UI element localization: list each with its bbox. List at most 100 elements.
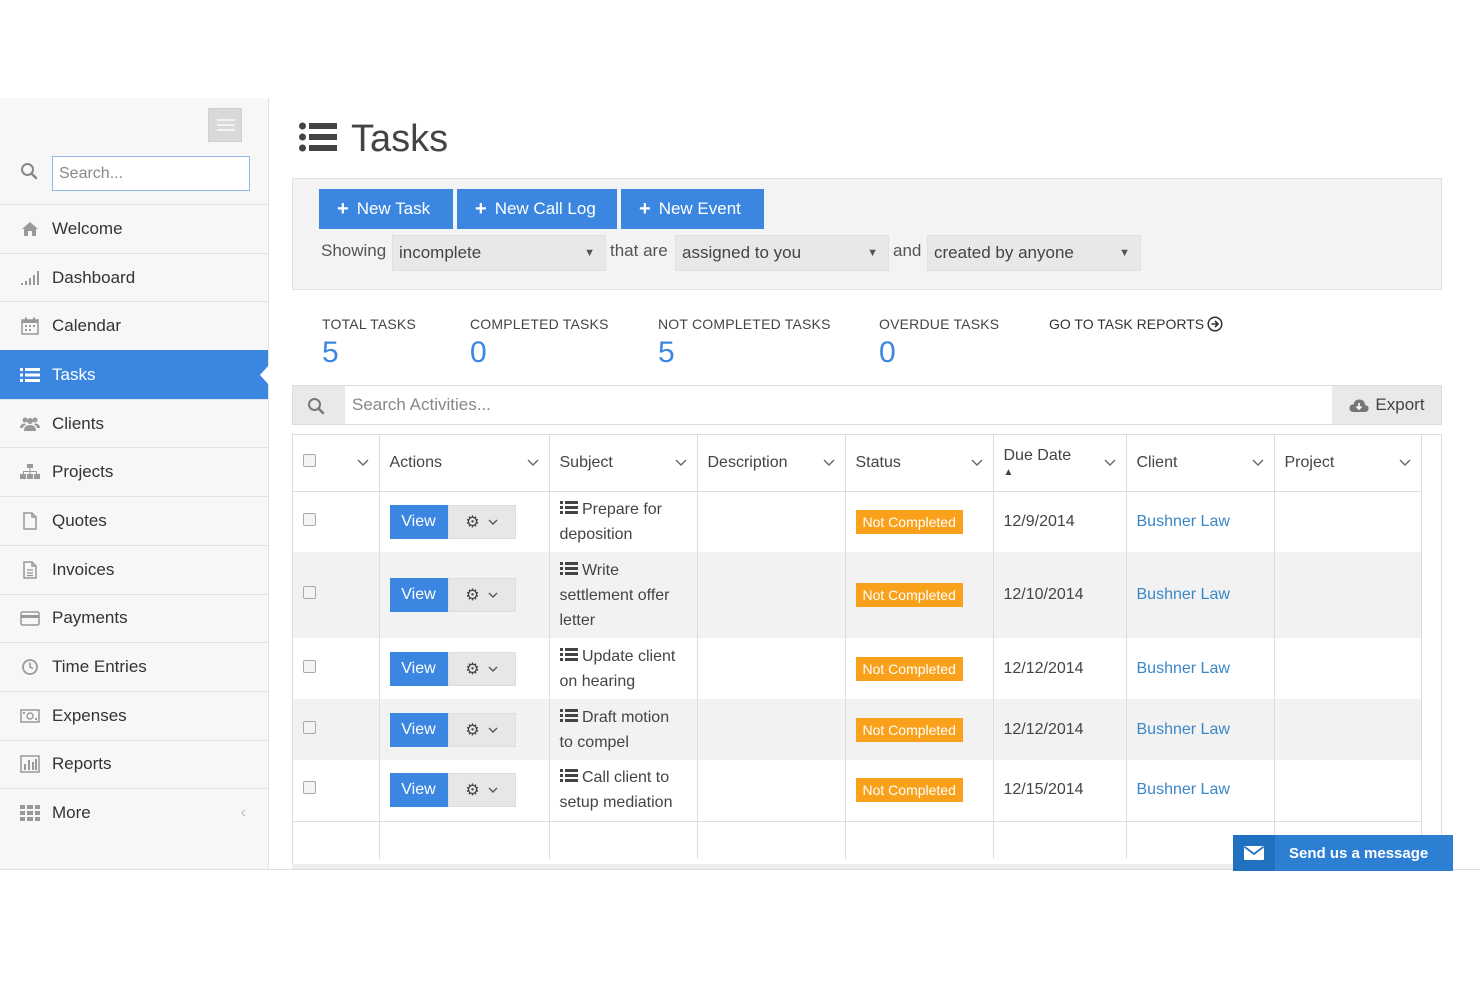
- client-link[interactable]: Bushner Law: [1137, 513, 1230, 530]
- stat-overdue: OVERDUE TASKS 0: [879, 316, 999, 370]
- stat-not-completed: NOT COMPLETED TASKS 5: [658, 316, 831, 370]
- cogs-icon: ⚙: [465, 513, 480, 531]
- sidebar-item-payments[interactable]: Payments: [0, 593, 268, 643]
- envelope-icon: [1233, 835, 1275, 871]
- chevron-down-icon: [1252, 454, 1264, 472]
- row-actions-dropdown[interactable]: ⚙: [447, 651, 516, 686]
- row-checkbox[interactable]: [303, 720, 316, 734]
- new-event-label: New Event: [658, 199, 741, 218]
- column-header-description[interactable]: Description: [697, 435, 846, 492]
- stat-completed: COMPLETED TASKS 0: [470, 316, 609, 370]
- row-checkbox[interactable]: [303, 586, 316, 599]
- plus-icon: +: [337, 197, 349, 220]
- row-actions-dropdown[interactable]: ⚙: [447, 712, 516, 747]
- send-message-label: Send us a message: [1289, 844, 1429, 862]
- search-icon: [307, 397, 325, 420]
- row-actions-dropdown[interactable]: ⚙: [447, 504, 516, 539]
- task-project: [1274, 552, 1422, 638]
- chevron-down-icon[interactable]: [357, 454, 369, 472]
- chevron-down-icon: [488, 513, 498, 531]
- client-link[interactable]: Bushner Law: [1137, 721, 1230, 738]
- column-header-subject[interactable]: Subject: [549, 435, 698, 492]
- column-header-actions[interactable]: Actions: [379, 435, 550, 492]
- menu-toggle-button[interactable]: [208, 108, 242, 142]
- view-button[interactable]: View: [389, 578, 448, 612]
- row-checkbox[interactable]: [303, 512, 316, 526]
- sidebar-item-welcome[interactable]: Welcome: [0, 204, 268, 253]
- activities-search-input[interactable]: [345, 386, 1332, 424]
- stat-completed-label: COMPLETED TASKS: [470, 316, 609, 332]
- sidebar-search-input[interactable]: [52, 156, 250, 191]
- tasks-table-wrapper: Actions Subject Description Status Due D…: [292, 434, 1442, 864]
- sidebar-item-projects[interactable]: Projects: [0, 447, 268, 496]
- column-header-label: Due Date: [1003, 447, 1072, 465]
- task-description: [697, 760, 846, 821]
- view-button[interactable]: View: [389, 651, 448, 686]
- and-label: and: [893, 241, 922, 260]
- column-header-project[interactable]: Project: [1274, 435, 1422, 492]
- row-checkbox[interactable]: [303, 781, 316, 795]
- list-icon: [559, 647, 578, 665]
- showing-label: Showing: [321, 241, 387, 260]
- main-content: Tasks + New Task + New Call Log + New Ev…: [269, 98, 1480, 869]
- created-select[interactable]: created by anyone ▼: [927, 235, 1141, 271]
- view-button[interactable]: View: [389, 773, 448, 808]
- arrow-circle-right-icon: [1207, 316, 1223, 332]
- sidebar-item-quotes[interactable]: Quotes: [0, 496, 268, 545]
- sidebar-item-invoices[interactable]: Invoices: [0, 544, 268, 594]
- task-description: [697, 699, 846, 760]
- column-header-label: Client: [1136, 453, 1178, 471]
- sidebar-nav: Welcome Dashboard Calendar Tasks Clients…: [0, 204, 268, 837]
- sidebar-item-time-entries[interactable]: Time Entries: [0, 642, 268, 691]
- chevron-down-icon: [488, 781, 498, 799]
- sidebar-item-calendar[interactable]: Calendar: [0, 301, 268, 350]
- showing-select-value: incomplete: [399, 243, 482, 262]
- list-icon: [559, 500, 578, 518]
- row-actions-dropdown[interactable]: ⚙: [447, 773, 516, 808]
- task-project: [1274, 699, 1422, 760]
- sidebar-item-reports[interactable]: Reports: [0, 739, 268, 789]
- export-label: Export: [1375, 395, 1425, 414]
- new-event-button[interactable]: + New Event: [621, 189, 764, 229]
- new-call-log-button[interactable]: + New Call Log: [457, 189, 617, 229]
- signal-icon: [20, 269, 40, 287]
- sidebar-item-more[interactable]: More ‹: [0, 788, 268, 837]
- assigned-select[interactable]: assigned to you ▼: [675, 235, 889, 271]
- send-message-button[interactable]: Send us a message: [1233, 835, 1453, 871]
- column-header-client[interactable]: Client: [1126, 435, 1275, 492]
- sidebar-item-dashboard[interactable]: Dashboard: [0, 252, 268, 302]
- page-title-text: Tasks: [351, 118, 449, 160]
- stat-not-completed-label: NOT COMPLETED TASKS: [658, 316, 831, 332]
- new-task-label: New Task: [356, 199, 431, 218]
- column-header-due-date[interactable]: Due Date ▲: [993, 435, 1127, 492]
- view-button[interactable]: View: [389, 712, 448, 747]
- file-text-icon: [20, 560, 40, 579]
- sidebar-item-tasks[interactable]: Tasks: [0, 350, 268, 399]
- new-task-button[interactable]: + New Task: [319, 189, 453, 229]
- client-link[interactable]: Bushner Law: [1137, 586, 1230, 603]
- created-select-value: created by anyone: [934, 243, 1074, 262]
- cogs-icon: ⚙: [465, 782, 480, 800]
- export-button[interactable]: Export: [1333, 386, 1441, 424]
- page-title: Tasks: [299, 118, 448, 161]
- sidebar-item-clients[interactable]: Clients: [0, 398, 268, 448]
- chevron-down-icon: [1399, 454, 1411, 472]
- view-button[interactable]: View: [389, 504, 448, 539]
- select-all-checkbox[interactable]: [303, 453, 316, 467]
- task-reports-link-label: GO TO TASK REPORTS: [1049, 316, 1205, 332]
- showing-select[interactable]: incomplete ▼: [392, 235, 606, 271]
- stat-total-value: 5: [322, 336, 339, 369]
- client-link[interactable]: Bushner Law: [1137, 660, 1230, 677]
- assigned-select-value: assigned to you: [682, 243, 802, 262]
- row-checkbox[interactable]: [303, 659, 316, 673]
- sidebar-item-expenses[interactable]: Expenses: [0, 690, 268, 740]
- row-actions-dropdown[interactable]: ⚙: [447, 578, 516, 612]
- home-icon: [20, 220, 40, 238]
- task-reports-link[interactable]: GO TO TASK REPORTS: [1049, 316, 1223, 332]
- client-link[interactable]: Bushner Law: [1137, 781, 1230, 798]
- sort-asc-icon: ▲: [1003, 467, 1014, 479]
- sitemap-icon: [20, 463, 40, 481]
- column-header-status[interactable]: Status: [845, 435, 994, 492]
- stat-not-completed-value: 5: [658, 336, 675, 369]
- task-due-date: 12/9/2014: [993, 491, 1127, 552]
